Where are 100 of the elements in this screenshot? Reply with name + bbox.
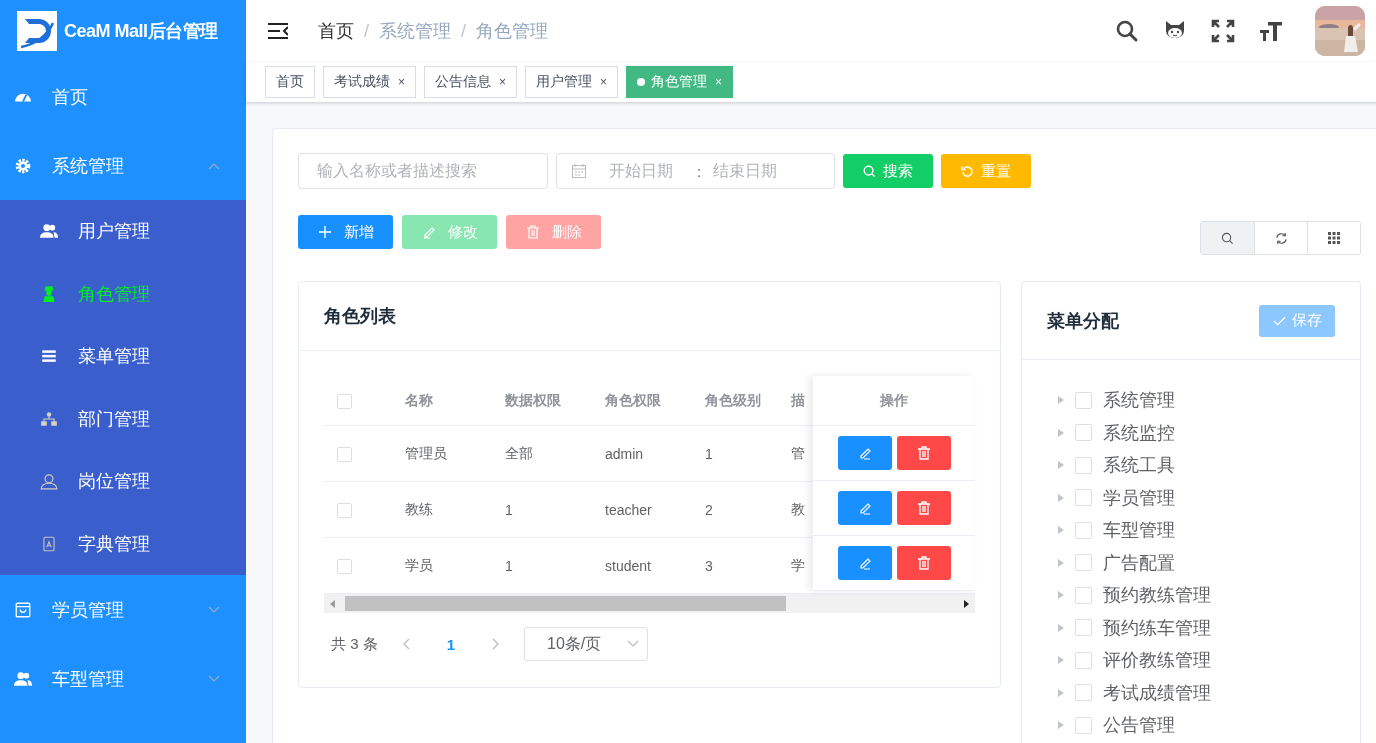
search-icon[interactable] — [1115, 19, 1139, 43]
column-header: 操作 — [880, 391, 908, 410]
tree-item[interactable]: 学员管理 — [1103, 485, 1175, 510]
sidebar-item[interactable]: 角色管理 — [0, 262, 246, 325]
expand-arrow-icon[interactable] — [1058, 461, 1064, 470]
sidebar-item[interactable]: 部门管理 — [0, 387, 246, 450]
row-checkbox[interactable] — [337, 502, 352, 518]
tree-checkbox[interactable] — [1075, 554, 1092, 572]
scrollbar-thumb[interactable] — [345, 596, 786, 611]
page-tab[interactable]: 首页 — [265, 66, 315, 98]
table-cell-text: 全部 — [504, 444, 534, 463]
search-icon — [1221, 231, 1234, 245]
tree-checkbox[interactable] — [1075, 716, 1092, 734]
table-cell-text: 教 — [790, 500, 806, 519]
row-checkbox[interactable] — [337, 558, 352, 574]
tree-checkbox[interactable] — [1075, 521, 1092, 539]
page-tab[interactable]: 用户管理 × — [525, 66, 619, 98]
pencil-icon — [421, 225, 436, 239]
expand-arrow-icon[interactable] — [1058, 721, 1064, 730]
app-title: CeaM Mall后台管理 — [64, 20, 218, 43]
scroll-right-icon[interactable] — [962, 599, 970, 608]
book-icon — [40, 534, 58, 553]
columns-button[interactable] — [1307, 222, 1360, 254]
row-checkbox[interactable] — [337, 446, 352, 462]
page-number[interactable]: 1 — [433, 635, 469, 653]
sidebar-item[interactable]: 系统管理 — [0, 131, 246, 200]
tree-checkbox[interactable] — [1075, 586, 1092, 604]
tree-item[interactable]: 预约教练管理 — [1103, 583, 1211, 608]
chevron-icon — [208, 161, 220, 170]
add-button[interactable]: 新增 — [298, 215, 393, 249]
trash-icon — [916, 501, 931, 515]
expand-arrow-icon[interactable] — [1058, 526, 1064, 535]
expand-arrow-icon[interactable] — [1058, 688, 1064, 697]
tree-item[interactable]: 系统工具 — [1103, 453, 1175, 478]
search-field[interactable]: 输入名称或者描述搜索 — [298, 153, 548, 189]
table-cell-text: 1 — [504, 501, 514, 518]
sidebar-item[interactable]: 学员管理 — [0, 575, 246, 644]
tree-item[interactable]: 考试成绩管理 — [1103, 680, 1211, 705]
tree-item[interactable]: 广告配置 — [1103, 550, 1175, 575]
expand-arrow-icon[interactable] — [1058, 396, 1064, 405]
horizontal-scrollbar[interactable] — [324, 594, 975, 613]
sidebar-item[interactable]: 菜单管理 — [0, 325, 246, 388]
table-cell-text: 教练 — [404, 500, 434, 519]
table-cell-text: teacher — [604, 501, 653, 518]
select-all-checkbox[interactable] — [337, 393, 352, 409]
table-cell-text: 管 — [790, 444, 806, 463]
tree-item[interactable]: 系统监控 — [1103, 420, 1175, 445]
tree-checkbox[interactable] — [1075, 619, 1092, 637]
tree-checkbox[interactable] — [1075, 456, 1092, 474]
expand-arrow-icon[interactable] — [1058, 656, 1064, 665]
table-cell-text: 2 — [704, 501, 714, 518]
font-size-icon[interactable] — [1259, 19, 1283, 43]
refresh-icon — [1274, 231, 1288, 245]
date-range-field[interactable]: 开始日期 : 结束日期 — [556, 153, 835, 189]
scroll-left-icon[interactable] — [329, 599, 337, 608]
table-cell-text: 1 — [504, 557, 514, 574]
page-size-select[interactable]: 10条/页 — [524, 627, 649, 661]
pencil-icon — [857, 556, 872, 570]
tree-item[interactable]: 系统管理 — [1103, 388, 1175, 413]
edit-button[interactable] — [837, 491, 892, 525]
tree-item[interactable]: 车型管理 — [1103, 518, 1175, 543]
users-icon — [14, 669, 32, 688]
search-icon — [863, 164, 876, 178]
menu-icon[interactable] — [268, 23, 288, 39]
previous-page-icon[interactable] — [401, 638, 410, 650]
delete-button[interactable] — [896, 436, 951, 470]
search-toggle-button[interactable] — [1201, 222, 1254, 254]
edit-button[interactable] — [837, 436, 892, 470]
table-cell-text: 管理员 — [404, 444, 448, 463]
users-icon — [40, 222, 58, 241]
edit-button[interactable] — [837, 546, 892, 580]
panel-title: 角色列表 — [324, 305, 396, 328]
tree-checkbox[interactable] — [1075, 651, 1092, 669]
tree-checkbox[interactable] — [1075, 684, 1092, 702]
sidebar-item[interactable]: 用户管理 — [0, 200, 246, 263]
delete-button[interactable] — [896, 491, 951, 525]
tree-item[interactable]: 评价教练管理 — [1103, 648, 1211, 673]
expand-arrow-icon[interactable] — [1058, 428, 1064, 437]
page-tab[interactable]: 公告信息 × — [424, 66, 518, 98]
sidebar-item[interactable]: 首页 — [0, 62, 246, 131]
next-page-icon[interactable] — [492, 638, 501, 650]
fullscreen-icon[interactable] — [1211, 19, 1235, 43]
sidebar-item[interactable]: 字典管理 — [0, 512, 246, 575]
page-tab[interactable]: 考试成绩 × — [323, 66, 416, 98]
expand-arrow-icon[interactable] — [1058, 591, 1064, 600]
tree-checkbox[interactable] — [1075, 391, 1092, 409]
person-badge-icon — [40, 472, 58, 491]
sidebar-item[interactable]: 岗位管理 — [0, 450, 246, 513]
table-cell-text: 学 — [790, 556, 806, 575]
tree-item[interactable]: 预约练车管理 — [1103, 615, 1211, 640]
sidebar-item[interactable]: 车型管理 — [0, 644, 246, 713]
chevron-icon — [208, 605, 220, 614]
tree-checkbox[interactable] — [1075, 489, 1092, 507]
expand-arrow-icon[interactable] — [1058, 623, 1064, 632]
expand-arrow-icon[interactable] — [1058, 493, 1064, 502]
tree-checkbox[interactable] — [1075, 424, 1092, 442]
delete-button[interactable] — [896, 546, 951, 580]
expand-arrow-icon[interactable] — [1058, 558, 1064, 567]
tree-item[interactable]: 公告管理 — [1103, 713, 1175, 738]
breadcrumb-link[interactable]: 首页 — [318, 19, 354, 43]
